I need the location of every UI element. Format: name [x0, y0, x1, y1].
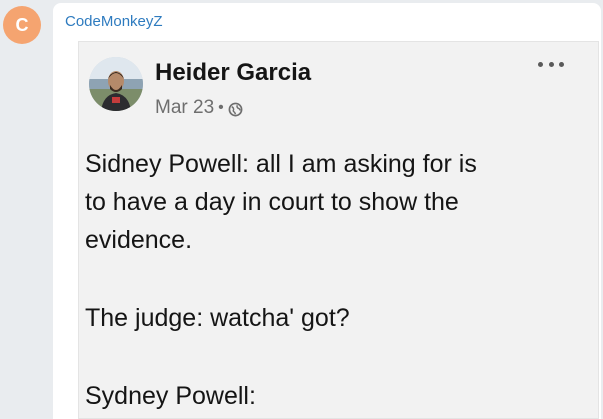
- avatar-photo: [89, 57, 143, 111]
- post-date[interactable]: Mar 23: [155, 97, 214, 119]
- more-dot: [548, 61, 554, 67]
- attached-screenshot[interactable]: Heider Garcia Mar 23 • Sidney Powell: al…: [78, 41, 599, 419]
- post-meta: Mar 23 •: [155, 97, 243, 119]
- post-text-line: Sydney Powell:: [85, 382, 256, 410]
- post-text-line: to have a day in court to show the: [85, 188, 459, 216]
- post-text-line: The judge: watcha' got?: [85, 304, 350, 332]
- post-text: Sidney Powell: all I am asking for is to…: [85, 145, 585, 415]
- post-text-line: Sidney Powell: all I am asking for is: [85, 150, 477, 178]
- globe-icon: [228, 101, 243, 116]
- more-dot: [538, 61, 543, 67]
- sender-avatar[interactable]: C: [3, 6, 41, 44]
- sender-name[interactable]: CodeMonkeyZ: [65, 13, 163, 30]
- chat-page: C CodeMonkeyZ Heider Garcia Mar 23 • Sid…: [0, 0, 603, 419]
- more-options-icon[interactable]: [538, 59, 564, 69]
- post-author-avatar: [89, 57, 143, 111]
- sender-avatar-letter: C: [15, 14, 29, 35]
- message-card: CodeMonkeyZ Heider Garcia Mar 23 • Sidne…: [53, 3, 601, 419]
- post-author-name[interactable]: Heider Garcia: [155, 59, 311, 87]
- more-dot: [559, 61, 564, 67]
- meta-separator: •: [218, 99, 224, 116]
- post-text-line: evidence.: [85, 226, 193, 254]
